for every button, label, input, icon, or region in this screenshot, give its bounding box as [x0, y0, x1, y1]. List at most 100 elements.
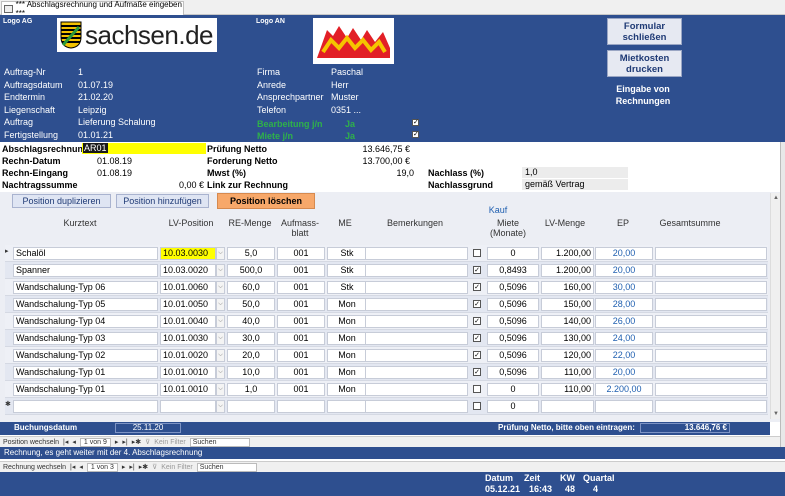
lvposition-cell[interactable]: 10.03.0020 — [160, 264, 216, 277]
miete-cell[interactable]: 0,5096 — [487, 366, 539, 379]
remenge-cell[interactable] — [227, 400, 275, 413]
kurztext-cell[interactable]: Wandschalung-Typ 01 — [13, 366, 158, 379]
lvmenge-cell[interactable]: 160,00 — [541, 281, 594, 294]
ep-cell[interactable]: 2.200,00 — [595, 383, 653, 396]
ep-cell[interactable]: 28,00 — [595, 298, 653, 311]
add-position-button[interactable]: Position hinzufügen — [116, 194, 209, 208]
nav1-search[interactable]: Suchen — [189, 437, 250, 447]
kauf-checkbox[interactable]: ✓ — [473, 368, 481, 376]
remenge-cell[interactable]: 40,0 — [227, 315, 275, 328]
nav2-filter-icon[interactable]: ⊽ — [152, 463, 157, 471]
ep-cell[interactable]: 20,00 — [595, 264, 653, 277]
lvmenge-cell[interactable]: 110,00 — [541, 383, 594, 396]
lvposition-dropdown-icon[interactable]: ⌵ — [216, 281, 225, 294]
abschlag-input[interactable]: AR01 — [82, 143, 206, 154]
lvmenge-cell[interactable]: 140,00 — [541, 315, 594, 328]
bemerkungen-cell[interactable] — [365, 332, 468, 345]
table-row[interactable]: ✱ ⌵ 0 — [5, 398, 768, 415]
me-cell[interactable]: Mon — [327, 315, 367, 328]
nav2-next-icon[interactable]: ▸ — [122, 463, 126, 471]
bemerkungen-cell[interactable] — [365, 247, 468, 260]
pruefung-total[interactable]: 13.646,76 € — [640, 423, 730, 433]
miete-cell[interactable]: 0 — [487, 383, 539, 396]
lvposition-dropdown-icon[interactable]: ⌵ — [216, 349, 225, 362]
nav1-new-icon[interactable]: ▸✱ — [132, 438, 141, 446]
table-row[interactable]: Spanner 10.03.0020 ⌵ 500,0 001 Stk ✓ 0,8493 1.20… — [5, 262, 768, 279]
gesamtsumme-cell[interactable] — [655, 366, 767, 379]
ep-cell[interactable]: 24,00 — [595, 332, 653, 345]
gesamtsumme-cell[interactable] — [655, 247, 767, 260]
kauf-checkbox[interactable]: ✓ — [473, 300, 481, 308]
nav2-search[interactable]: Suchen — [196, 462, 257, 472]
kauf-checkbox[interactable]: ✓ — [473, 283, 481, 291]
lvmenge-cell[interactable]: 150,00 — [541, 298, 594, 311]
miete-cell[interactable]: 0,5096 — [487, 281, 539, 294]
kurztext-cell[interactable]: Schalöl — [13, 247, 158, 260]
bemerkungen-cell[interactable] — [365, 366, 468, 379]
nav1-next-icon[interactable]: ▸ — [115, 438, 119, 446]
me-cell[interactable]: Mon — [327, 298, 367, 311]
lvposition-dropdown-icon[interactable]: ⌵ — [216, 366, 225, 379]
bemerkungen-cell[interactable] — [365, 349, 468, 362]
aufmassblatt-cell[interactable]: 001 — [277, 349, 325, 362]
left-field-value[interactable]: 01.07.19 — [78, 80, 113, 90]
miete-cell[interactable]: 0,5096 — [487, 332, 539, 345]
right-field-value[interactable]: Paschal — [331, 67, 363, 77]
aufmassblatt-cell[interactable]: 001 — [277, 315, 325, 328]
nav1-prev-icon[interactable]: ◂ — [72, 438, 76, 446]
nachlass-value[interactable]: 1,0 — [522, 167, 628, 178]
me-cell[interactable]: Mon — [327, 366, 367, 379]
nav2-first-icon[interactable]: |◂ — [70, 463, 75, 471]
lvposition-cell[interactable]: 10.01.0020 — [160, 349, 216, 362]
remenge-cell[interactable]: 30,0 — [227, 332, 275, 345]
kurztext-cell[interactable]: Wandschalung-Typ 06 — [13, 281, 158, 294]
kurztext-cell[interactable]: Wandschalung-Typ 02 — [13, 349, 158, 362]
nav2-prev-icon[interactable]: ◂ — [79, 463, 83, 471]
lvposition-dropdown-icon[interactable]: ⌵ — [216, 264, 225, 277]
left-field-value[interactable]: 1 — [78, 67, 83, 77]
me-cell[interactable]: Mon — [327, 349, 367, 362]
rechn-datum-value[interactable]: 01.08.19 — [97, 156, 132, 166]
rechn-eingang-value[interactable]: 01.08.19 — [97, 168, 132, 178]
kurztext-cell[interactable]: Wandschalung-Typ 03 — [13, 332, 158, 345]
lvposition-cell[interactable]: 10.03.0030 — [160, 247, 216, 260]
link-label[interactable]: Link zur Rechnung — [207, 180, 288, 190]
kauf-checkbox[interactable]: ✓ — [473, 317, 481, 325]
form-tab[interactable]: *** Abschlagsrechnung und Aufmaße eingeb… — [1, 0, 184, 18]
miete-cell[interactable]: 0 — [487, 247, 539, 260]
lvmenge-cell[interactable] — [541, 400, 594, 413]
lvmenge-cell[interactable]: 1.200,00 — [541, 264, 594, 277]
right-field-value[interactable]: Herr — [331, 80, 349, 90]
gesamtsumme-cell[interactable] — [655, 264, 767, 277]
print-rental-costs-button[interactable]: Mietkosten drucken — [607, 50, 682, 77]
me-cell[interactable]: Mon — [327, 383, 367, 396]
current-row-icon[interactable]: ▸ — [5, 247, 12, 255]
kurztext-cell[interactable]: Wandschalung-Typ 05 — [13, 298, 158, 311]
nav2-new-icon[interactable]: ▸✱ — [139, 463, 148, 471]
lvposition-cell[interactable]: 10.01.0050 — [160, 298, 216, 311]
remenge-cell[interactable]: 60,0 — [227, 281, 275, 294]
miete-checkbox[interactable]: ✓ — [412, 131, 419, 138]
aufmassblatt-cell[interactable]: 001 — [277, 383, 325, 396]
bemerkungen-cell[interactable] — [365, 281, 468, 294]
aufmassblatt-cell[interactable]: 001 — [277, 247, 325, 260]
gesamtsumme-cell[interactable] — [655, 315, 767, 328]
table-row[interactable]: Wandschalung-Typ 06 10.01.0060 ⌵ 60,0 001 Stk… — [5, 279, 768, 296]
new-row-icon[interactable]: ✱ — [5, 400, 12, 408]
aufmassblatt-cell[interactable]: 001 — [277, 366, 325, 379]
kauf-checkbox[interactable]: ✓ — [473, 351, 481, 359]
table-row[interactable]: Wandschalung-Typ 04 10.01.0040 ⌵ 40,0 001 Mon… — [5, 313, 768, 330]
left-field-value[interactable]: 01.01.21 — [78, 130, 113, 140]
lvmenge-cell[interactable]: 120,00 — [541, 349, 594, 362]
gesamtsumme-cell[interactable] — [655, 349, 767, 362]
kurztext-cell[interactable]: Wandschalung-Typ 01 — [13, 383, 158, 396]
remenge-cell[interactable]: 5,0 — [227, 247, 275, 260]
bemerkungen-cell[interactable] — [365, 400, 468, 413]
lvposition-cell[interactable]: 10.01.0010 — [160, 366, 216, 379]
left-field-value[interactable]: Lieferung Schalung — [78, 117, 156, 127]
bearbeitung-checkbox[interactable]: ✓ — [412, 119, 419, 126]
nav2-record[interactable]: 1 von 3 — [86, 462, 118, 472]
ep-cell[interactable]: 20,00 — [595, 366, 653, 379]
kauf-checkbox[interactable]: ✓ — [473, 334, 481, 342]
ep-cell[interactable]: 26,00 — [595, 315, 653, 328]
